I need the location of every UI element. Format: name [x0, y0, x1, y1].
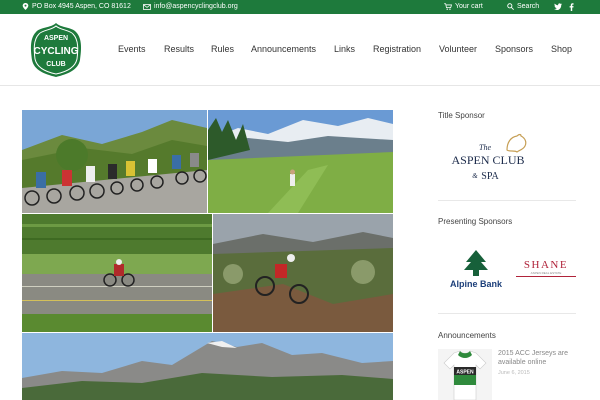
horse-head-icon — [506, 133, 527, 153]
logo-the-text: The — [479, 143, 491, 152]
nav-rules[interactable]: Rules — [211, 44, 234, 54]
shane-subtext: ASPEN REAL ESTATE — [531, 271, 562, 275]
facebook-icon — [569, 3, 574, 11]
sidebar-divider — [438, 313, 576, 314]
twitter-link[interactable] — [554, 3, 562, 10]
envelope-icon — [143, 3, 151, 10]
meadow-mountain-photo — [208, 110, 393, 213]
site-header: ASPEN CYCLING CLUB Events Results Rules … — [0, 14, 600, 86]
alpine-bank-logo[interactable]: Alpine Bank — [444, 248, 508, 290]
announcement-title-link[interactable]: 2015 ACC Jerseys are available online — [498, 349, 578, 367]
address-text: PO Box 4945 Aspen, CO 81612 — [32, 3, 131, 10]
shane-text: SHANE — [524, 259, 568, 271]
search-link[interactable]: Search — [507, 3, 539, 10]
map-pin-icon — [22, 3, 29, 10]
cart-label: Your cart — [455, 3, 483, 10]
sidebar-divider — [438, 200, 576, 201]
email-text: info@aspencyclingclub.org — [154, 3, 238, 10]
cart-icon — [444, 3, 452, 10]
cart-link[interactable]: Your cart — [444, 3, 483, 10]
nav-sponsors[interactable]: Sponsors — [495, 44, 533, 54]
jersey-text: ASPEN — [456, 370, 474, 376]
logo-aspen-club-text: ASPEN CLUB — [451, 153, 524, 167]
title-sponsor-heading: Title Sponsor — [438, 111, 485, 120]
presenting-sponsors-heading: Presenting Sponsors — [438, 217, 513, 226]
nav-volunteer[interactable]: Volunteer — [439, 44, 477, 54]
search-icon — [507, 3, 514, 10]
mountain-bike-photo — [213, 214, 393, 332]
aspen-club-spa-logo[interactable]: The ASPEN CLUB & SPA — [447, 132, 539, 187]
email-link[interactable]: info@aspencyclingclub.org — [143, 3, 238, 10]
mountain-panorama-photo — [22, 333, 393, 400]
logo-spa-text: SPA — [481, 171, 499, 182]
nav-announcements[interactable]: Announcements — [251, 44, 316, 54]
logo-text-cycling: CYCLING — [34, 46, 79, 57]
nav-results[interactable]: Results — [164, 44, 194, 54]
pine-tree-icon — [464, 250, 488, 276]
twitter-icon — [554, 3, 562, 10]
nav-events[interactable]: Events — [118, 44, 146, 54]
facebook-link[interactable] — [569, 3, 574, 11]
logo-text-club: CLUB — [46, 61, 65, 68]
nav-shop[interactable]: Shop — [551, 44, 572, 54]
nav-registration[interactable]: Registration — [373, 44, 421, 54]
logo-amp-text: & — [472, 172, 478, 180]
nav-links[interactable]: Links — [334, 44, 355, 54]
club-logo[interactable]: ASPEN CYCLING CLUB — [28, 22, 84, 78]
announcement-date: June 6, 2015 — [498, 370, 530, 376]
photo-collage — [22, 110, 393, 400]
address: PO Box 4945 Aspen, CO 81612 — [22, 3, 131, 10]
road-time-trial-photo — [22, 214, 212, 332]
logo-text-aspen: ASPEN — [44, 35, 68, 42]
road-race-photo — [22, 110, 207, 213]
shane-logo[interactable]: SHANE ASPEN REAL ESTATE — [514, 255, 578, 281]
announcements-heading: Announcements — [438, 331, 496, 340]
search-label: Search — [517, 3, 540, 10]
jersey-thumbnail[interactable]: ASPEN — [438, 349, 492, 400]
top-bar: PO Box 4945 Aspen, CO 81612 info@aspency… — [0, 0, 600, 14]
alpine-bank-text: Alpine Bank — [450, 279, 503, 289]
